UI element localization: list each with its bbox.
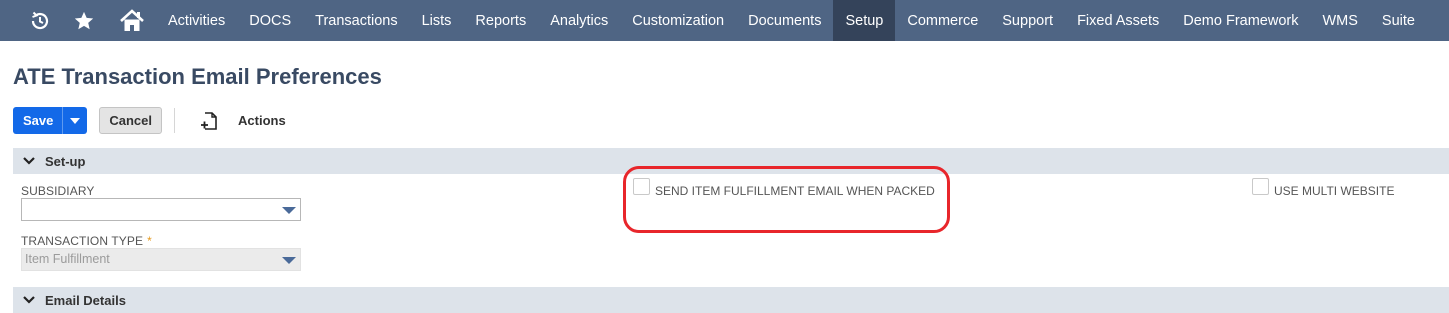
- section-title-email-details: Email Details: [45, 292, 126, 308]
- nav-item-documents[interactable]: Documents: [736, 0, 833, 41]
- section-header-email-details[interactable]: Email Details: [13, 287, 1449, 313]
- cancel-button[interactable]: Cancel: [99, 107, 163, 134]
- transaction-type-label: TRANSACTION TYPE *: [21, 234, 152, 248]
- recent-history-icon[interactable]: [20, 0, 60, 41]
- dropdown-arrow-icon: [282, 257, 296, 264]
- required-marker: *: [147, 234, 152, 248]
- toolbar-divider: [174, 108, 176, 133]
- nav-item-wms[interactable]: WMS: [1310, 0, 1369, 41]
- chevron-down-icon: [22, 154, 36, 168]
- nav-item-transactions[interactable]: Transactions: [303, 0, 409, 41]
- nav-item-customization[interactable]: Customization: [620, 0, 736, 41]
- save-dropdown-button[interactable]: [62, 107, 87, 134]
- nav-item-support[interactable]: Support: [990, 0, 1065, 41]
- nav-item-docs[interactable]: DOCS: [237, 0, 303, 41]
- nav-item-suite[interactable]: Suite: [1370, 0, 1427, 41]
- subsidiary-label: SUBSIDIARY: [21, 184, 95, 198]
- highlight-annotation: [623, 166, 950, 233]
- nav-item-activities[interactable]: Activities: [156, 0, 237, 41]
- save-button[interactable]: Save: [13, 107, 62, 134]
- actions-menu[interactable]: Actions: [238, 113, 286, 128]
- nav-item-reports[interactable]: Reports: [463, 0, 538, 41]
- page-title: ATE Transaction Email Preferences: [13, 64, 382, 89]
- chevron-down-icon: [70, 117, 81, 124]
- nav-item-demo-framework[interactable]: Demo Framework: [1171, 0, 1310, 41]
- dropdown-arrow-icon: [282, 207, 296, 214]
- nav-item-fixed-assets[interactable]: Fixed Assets: [1065, 0, 1171, 41]
- use-multi-website-label: USE MULTI WEBSITE: [1274, 184, 1395, 198]
- toolbar: Save Cancel Actions: [13, 107, 286, 134]
- nav-item-setup[interactable]: Setup: [833, 0, 896, 41]
- chevron-down-icon: [22, 293, 36, 307]
- transaction-type-value: Item Fulfillment: [25, 252, 110, 266]
- transaction-type-select: Item Fulfillment: [21, 248, 301, 271]
- subsidiary-select[interactable]: [21, 198, 301, 221]
- nav-item-analytics[interactable]: Analytics: [538, 0, 620, 41]
- top-navigation: Activities DOCS Transactions Lists Repor…: [0, 0, 1449, 41]
- star-icon[interactable]: [60, 0, 108, 41]
- nav-item-commerce[interactable]: Commerce: [895, 0, 990, 41]
- nav-item-lists[interactable]: Lists: [410, 0, 464, 41]
- actions-icon[interactable]: [199, 109, 219, 133]
- save-button-group: Save: [13, 107, 88, 134]
- use-multi-website-checkbox[interactable]: [1252, 178, 1269, 195]
- section-title-setup: Set-up: [45, 153, 86, 169]
- home-icon[interactable]: [108, 0, 156, 41]
- transaction-type-label-text: TRANSACTION TYPE: [21, 234, 144, 248]
